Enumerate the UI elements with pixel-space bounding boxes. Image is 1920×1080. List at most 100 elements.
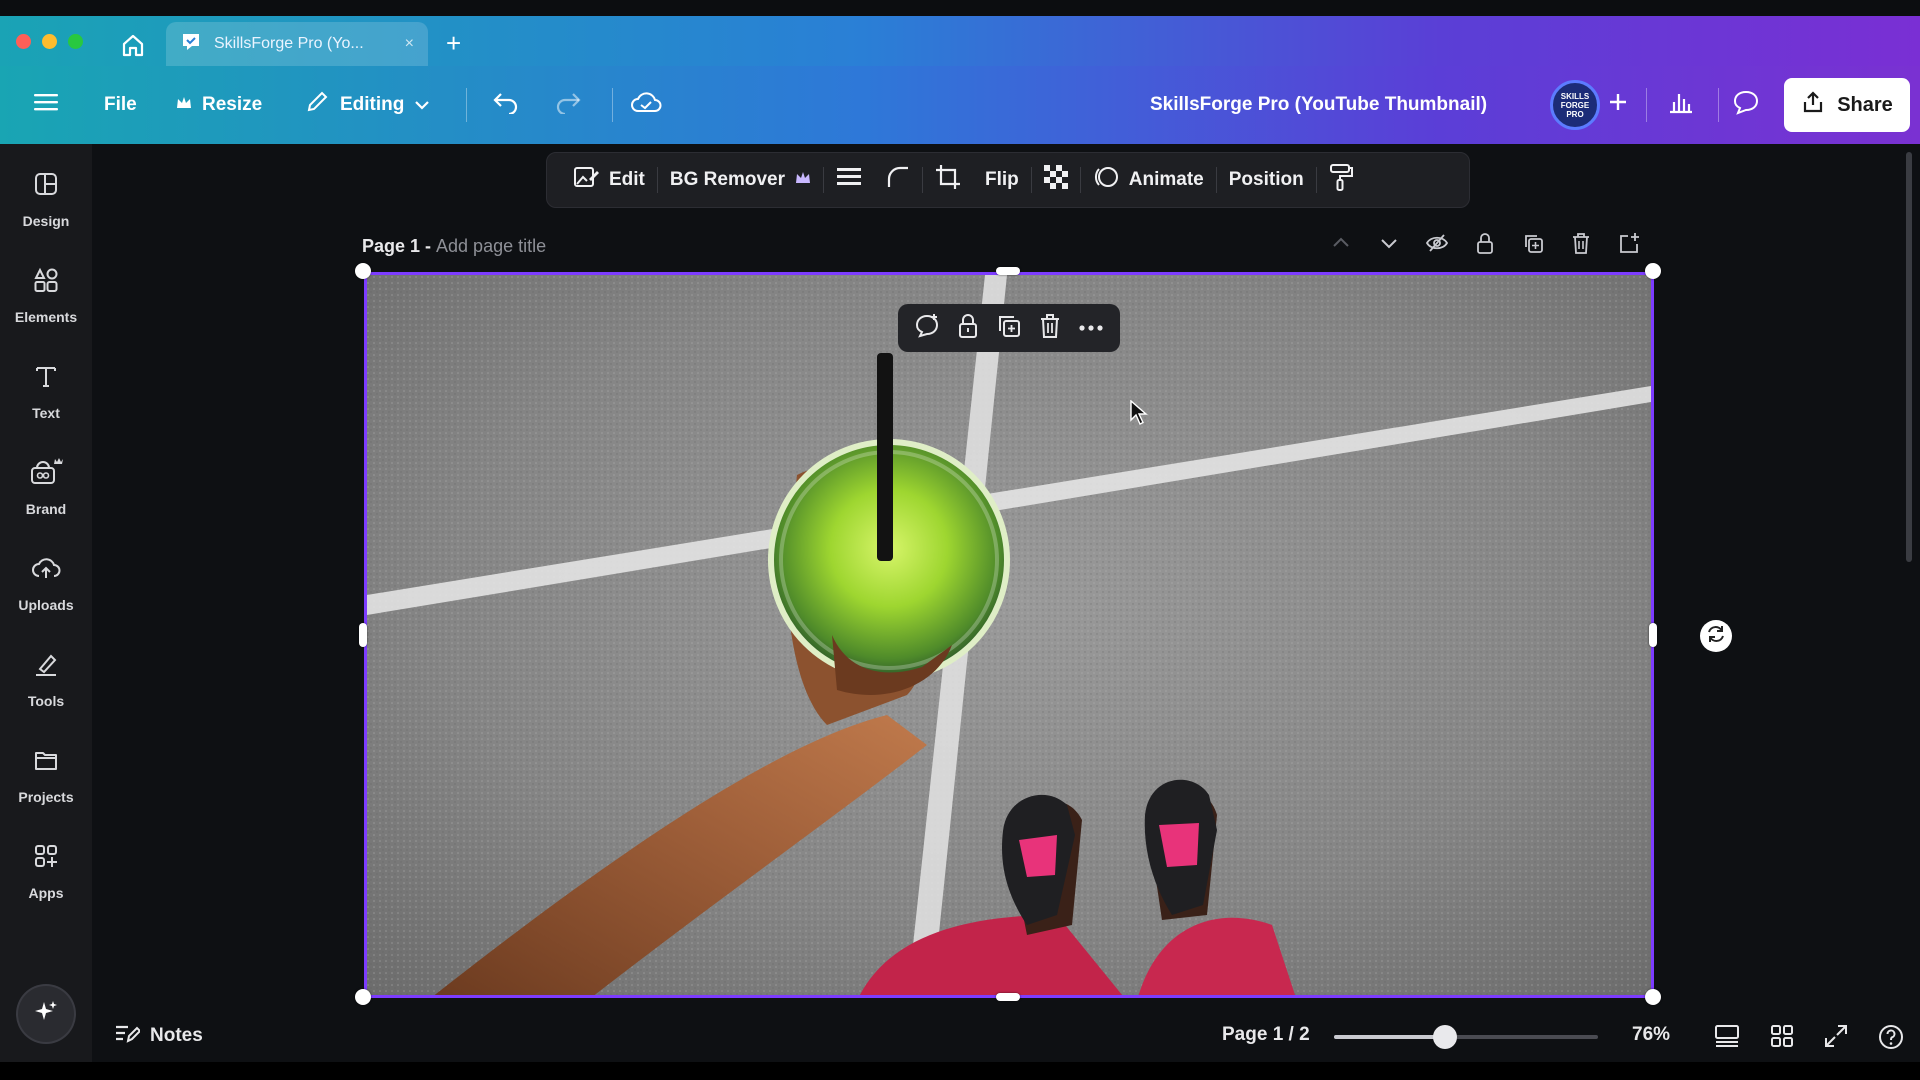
crown-icon bbox=[176, 94, 192, 116]
sparkle-icon bbox=[32, 998, 60, 1031]
resize-handle-top-right[interactable] bbox=[1645, 263, 1661, 279]
share-button[interactable]: Share bbox=[1784, 78, 1910, 132]
duplicate-page-icon[interactable] bbox=[1522, 232, 1544, 254]
sidebar-item-apps[interactable]: Apps bbox=[0, 842, 92, 926]
sidebar-item-projects[interactable]: Projects bbox=[0, 746, 92, 830]
add-comment-icon[interactable] bbox=[914, 313, 940, 344]
hamburger-icon bbox=[34, 92, 58, 118]
document-title[interactable]: SkillsForge Pro (YouTube Thumbnail) bbox=[1150, 66, 1487, 144]
chevron-up-icon[interactable] bbox=[1330, 232, 1352, 254]
drink-photo-image bbox=[367, 275, 1651, 995]
sidebar-item-design[interactable]: Design bbox=[0, 170, 92, 254]
duplicate-icon[interactable] bbox=[996, 313, 1022, 344]
tab-close-icon[interactable]: × bbox=[405, 35, 414, 53]
resize-handle-left[interactable] bbox=[359, 623, 367, 647]
notes-label: Notes bbox=[150, 1025, 203, 1046]
resize-handle-top[interactable] bbox=[996, 267, 1020, 275]
close-window-button[interactable] bbox=[16, 34, 31, 49]
resize-button[interactable]: Resize bbox=[176, 66, 262, 144]
undo-button[interactable] bbox=[492, 66, 520, 144]
minimize-window-button[interactable] bbox=[42, 34, 57, 49]
page-title[interactable]: Page 1 - Add page title bbox=[362, 236, 546, 257]
comment-icon bbox=[1732, 89, 1760, 121]
notes-icon bbox=[114, 1022, 142, 1050]
lock-icon[interactable] bbox=[1474, 232, 1496, 254]
page-title-placeholder[interactable]: Add page title bbox=[436, 236, 546, 256]
page-counter[interactable]: Page 1 / 2 bbox=[1222, 1024, 1310, 1046]
grid-view-icon[interactable] bbox=[1770, 1024, 1794, 1055]
position-button[interactable]: Position bbox=[1217, 160, 1316, 200]
more-options-icon[interactable] bbox=[1078, 319, 1104, 337]
zoom-slider-thumb[interactable] bbox=[1432, 1025, 1457, 1049]
sidebar-item-elements[interactable]: Elements bbox=[0, 266, 92, 350]
zoom-level[interactable]: 76% bbox=[1632, 1024, 1670, 1046]
browser-tab[interactable]: SkillsForge Pro (Yo... × bbox=[166, 22, 428, 66]
text-icon bbox=[32, 362, 60, 395]
page-view-icon[interactable] bbox=[1714, 1024, 1740, 1055]
share-label: Share bbox=[1837, 93, 1893, 116]
hide-page-icon[interactable] bbox=[1425, 232, 1449, 254]
resize-handle-right[interactable] bbox=[1649, 623, 1657, 647]
chevron-down-icon[interactable] bbox=[1378, 232, 1400, 254]
lock-icon[interactable] bbox=[956, 313, 980, 344]
selected-image-frame[interactable] bbox=[364, 272, 1654, 998]
trash-icon[interactable] bbox=[1038, 313, 1062, 344]
file-menu-button[interactable]: File bbox=[104, 66, 137, 144]
canva-favicon-icon bbox=[180, 31, 202, 58]
editing-mode-dropdown[interactable]: Editing bbox=[304, 66, 430, 144]
insights-button[interactable] bbox=[1668, 66, 1694, 144]
page-number-label: Page 1 - bbox=[362, 236, 437, 256]
sidebar-item-text[interactable]: Text bbox=[0, 362, 92, 446]
comments-button[interactable] bbox=[1732, 66, 1760, 144]
redo-button[interactable] bbox=[554, 66, 582, 144]
sidebar-item-uploads[interactable]: Uploads bbox=[0, 554, 92, 638]
bar-chart-icon bbox=[1668, 90, 1694, 120]
page-actions bbox=[1330, 232, 1640, 254]
flip-label: Flip bbox=[985, 169, 1019, 190]
sidebar-item-brand[interactable]: Brand bbox=[0, 458, 92, 542]
resize-handle-bottom-right[interactable] bbox=[1645, 989, 1661, 1005]
resize-handle-bottom[interactable] bbox=[996, 993, 1020, 1001]
home-icon[interactable] bbox=[118, 30, 148, 60]
edit-image-button[interactable]: Edit bbox=[561, 160, 657, 200]
add-collaborator-button[interactable] bbox=[1608, 66, 1628, 144]
sidebar-item-tools[interactable]: Tools bbox=[0, 650, 92, 734]
save-status-button[interactable] bbox=[630, 66, 662, 144]
crop-icon bbox=[935, 164, 961, 196]
header-divider bbox=[612, 88, 613, 122]
transparency-button[interactable] bbox=[1032, 160, 1080, 200]
new-tab-button[interactable]: + bbox=[446, 30, 461, 56]
fullscreen-icon[interactable] bbox=[1824, 1024, 1848, 1055]
menu-button[interactable] bbox=[34, 66, 58, 144]
maximize-window-button[interactable] bbox=[68, 34, 83, 49]
zoom-slider[interactable] bbox=[1334, 1025, 1598, 1049]
vertical-scrollbar[interactable] bbox=[1906, 152, 1912, 562]
avatar[interactable]: SKILLS FORGE PRO bbox=[1550, 80, 1600, 130]
border-style-button[interactable] bbox=[824, 160, 874, 200]
mouse-cursor-icon bbox=[1130, 399, 1148, 431]
resize-handle-bottom-left[interactable] bbox=[355, 989, 371, 1005]
resize-handle-top-left[interactable] bbox=[355, 263, 371, 279]
chevron-down-icon bbox=[414, 94, 430, 116]
crop-button[interactable] bbox=[923, 160, 973, 200]
corner-rounding-button[interactable] bbox=[874, 160, 922, 200]
notes-button[interactable]: Notes bbox=[114, 1022, 203, 1050]
copy-style-button[interactable] bbox=[1317, 160, 1365, 200]
help-icon[interactable] bbox=[1878, 1024, 1904, 1055]
apps-icon bbox=[32, 842, 60, 875]
trash-icon[interactable] bbox=[1570, 232, 1592, 254]
brand-icon bbox=[28, 458, 64, 491]
editing-label: Editing bbox=[340, 94, 405, 115]
add-page-icon[interactable] bbox=[1618, 232, 1640, 254]
bg-remover-button[interactable]: BG Remover bbox=[658, 160, 823, 200]
flip-button[interactable]: Flip bbox=[973, 160, 1031, 200]
zoom-slider-fill bbox=[1334, 1035, 1445, 1039]
sidebar-item-label: Projects bbox=[18, 789, 74, 805]
tools-icon bbox=[32, 650, 60, 683]
animate-button[interactable]: Animate bbox=[1081, 160, 1216, 200]
rotate-handle[interactable] bbox=[1700, 620, 1732, 652]
sidebar-item-label: Apps bbox=[28, 885, 64, 901]
magic-assistant-button[interactable] bbox=[18, 986, 74, 1042]
avatar-text-line: SKILLS bbox=[1560, 91, 1590, 101]
file-menu-label: File bbox=[104, 94, 137, 115]
